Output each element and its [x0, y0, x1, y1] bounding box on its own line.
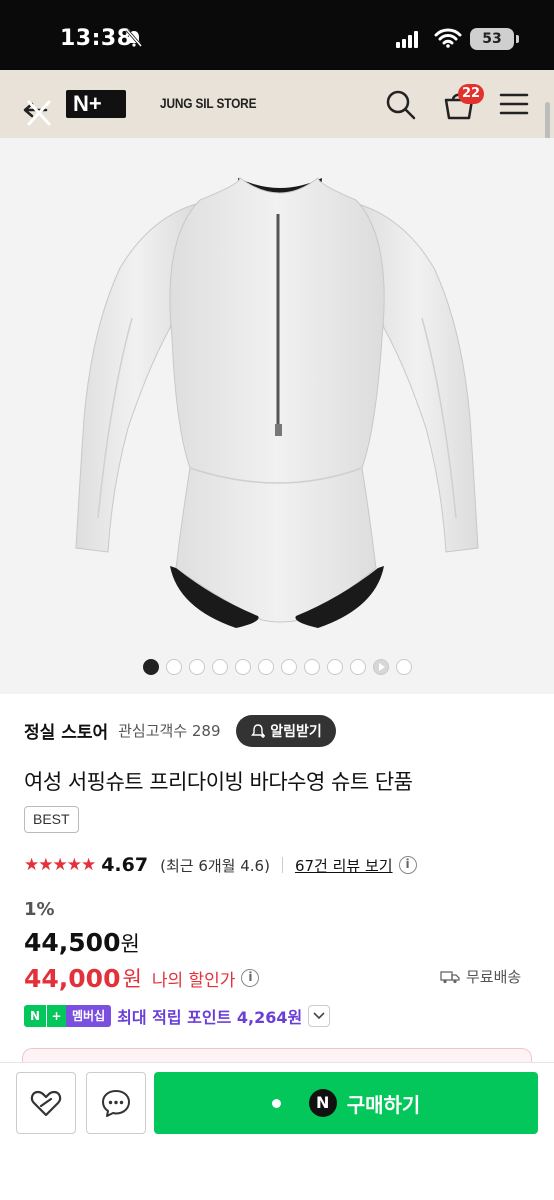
followers-count: 관심고객수 289	[118, 721, 221, 740]
nplus-membership-badge: N + 멤버십	[24, 1005, 112, 1027]
hamburger-menu-icon[interactable]	[498, 90, 530, 118]
wishlist-button[interactable]	[16, 1072, 76, 1134]
original-price-value: 44,500	[24, 928, 121, 957]
discount-rate: 1%	[24, 899, 55, 920]
rating-row: ★★★★★ 4.67 (최근 6개월 4.6) 67건 리뷰 보기 i	[24, 852, 417, 878]
gallery-dot[interactable]	[211, 659, 228, 675]
talk-talk-button[interactable]	[86, 1072, 146, 1134]
signal-icon	[396, 30, 418, 48]
review-link[interactable]: 67건 리뷰 보기	[295, 855, 393, 876]
gallery-dot[interactable]	[326, 659, 343, 675]
gallery-pagination	[0, 658, 554, 676]
naver-pay-icon: N	[308, 1089, 337, 1117]
max-points-text: 최대 적립 포인트 4,264원	[117, 1008, 303, 1027]
shipping-info: 무료배송	[440, 966, 521, 987]
product-title: 여성 서핑슈트 프리다이빙 바다수영 슈트 단품	[24, 770, 413, 794]
gallery-dot[interactable]	[280, 659, 297, 675]
original-price-currency: 원	[120, 932, 140, 956]
gallery-dot[interactable]	[257, 659, 274, 675]
battery-indicator: 53	[470, 28, 519, 50]
recent-rating: (최근 6개월 4.6)	[160, 856, 270, 875]
status-time: 13:38	[60, 26, 133, 51]
rating-value: 4.67	[101, 854, 149, 876]
close-back-icon[interactable]	[20, 90, 60, 130]
bell-plus-icon	[251, 724, 266, 738]
product-image[interactable]	[0, 138, 554, 694]
heart-link-icon	[30, 1090, 62, 1117]
store-name-header[interactable]: JUNG SIL STORE	[160, 95, 257, 111]
chat-bubble-icon	[102, 1090, 130, 1117]
my-discount-label: 나의 할인가	[151, 970, 236, 991]
shipping-label: 무료배송	[466, 968, 522, 986]
truck-icon	[440, 970, 460, 983]
sale-price-currency: 원	[122, 967, 142, 991]
gallery-dot[interactable]	[188, 659, 205, 675]
wifi-icon	[434, 28, 462, 48]
gallery-dot[interactable]	[165, 659, 182, 675]
gallery-dot[interactable]	[303, 659, 320, 675]
rating-stars-icon: ★★★★★	[24, 855, 96, 875]
gallery-dot[interactable]	[234, 659, 251, 675]
cart-count-badge: 22	[458, 84, 484, 104]
info-icon[interactable]: i	[398, 856, 417, 874]
alarm-subscribe-button[interactable]: 알림받기	[236, 715, 336, 747]
original-price: 44,500원	[24, 928, 140, 958]
gallery-dot[interactable]	[395, 659, 412, 675]
gallery-video-dot-icon[interactable]	[372, 659, 389, 675]
buy-button-label: 구매하기	[346, 1092, 421, 1117]
store-info-row: 정실 스토어 관심고객수 289	[24, 712, 221, 748]
search-icon[interactable]	[384, 88, 418, 122]
buy-button[interactable]: N 구매하기	[154, 1072, 538, 1134]
wetsuit-illustration	[75, 176, 479, 628]
status-bar: 13:38 53	[0, 0, 554, 70]
discount-info-icon[interactable]: i	[241, 969, 260, 987]
store-title[interactable]: 정실 스토어	[24, 718, 108, 743]
sale-price-row: 44,000 원 나의 할인가 i	[24, 962, 260, 994]
nplus-logo[interactable]: N+	[66, 90, 126, 118]
alarm-button-label: 알림받기	[270, 724, 322, 740]
gallery-dot-active[interactable]	[142, 659, 159, 675]
divider	[281, 857, 283, 873]
sale-price-value: 44,000	[24, 963, 121, 993]
gallery-dot[interactable]	[349, 659, 366, 675]
chevron-down-icon[interactable]	[308, 1005, 331, 1027]
indicator-dot	[271, 1098, 281, 1108]
membership-points-row[interactable]: N + 멤버십 최대 적립 포인트 4,264원	[24, 1003, 331, 1029]
best-badge: BEST	[24, 806, 79, 833]
bell-off-icon	[125, 29, 143, 47]
